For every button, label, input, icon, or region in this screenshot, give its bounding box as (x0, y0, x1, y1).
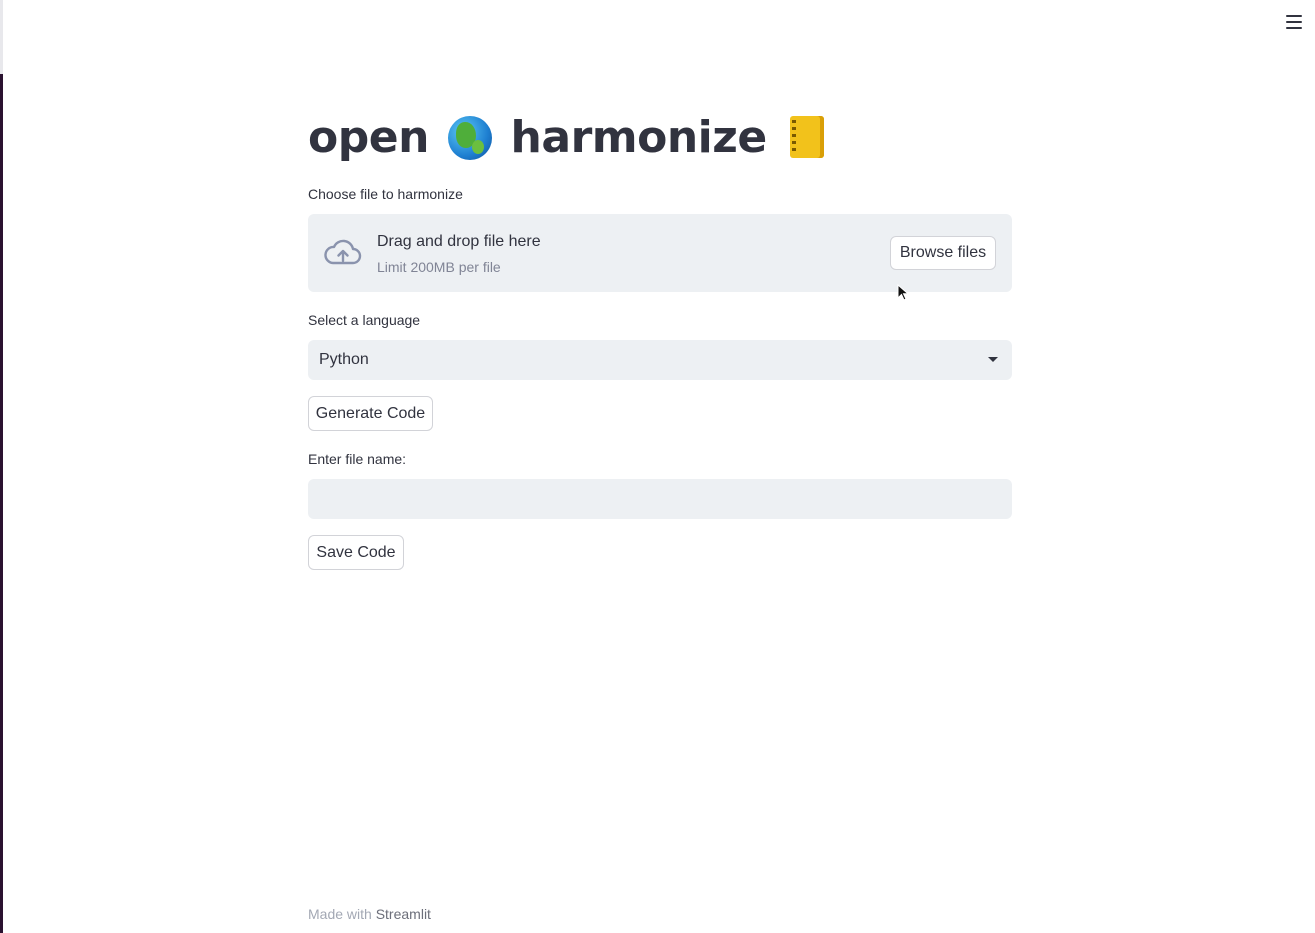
page-title: open harmonize (308, 112, 824, 163)
footer: Made with Streamlit (308, 906, 431, 922)
title-word-open: open (308, 112, 429, 163)
language-select[interactable]: Python (308, 340, 1012, 380)
language-select-value: Python (319, 351, 369, 368)
title-word-harmonize: harmonize (510, 112, 768, 163)
footer-prefix: Made with (308, 906, 372, 922)
hamburger-menu-icon[interactable] (1286, 15, 1302, 29)
uploader-label: Choose file to harmonize (308, 186, 463, 202)
save-code-button[interactable]: Save Code (308, 535, 404, 570)
dropzone-instructions: Drag and drop file here (377, 233, 541, 250)
file-dropzone[interactable]: Drag and drop file here Limit 200MB per … (308, 214, 1012, 292)
filename-label: Enter file name: (308, 451, 407, 467)
browse-files-button[interactable]: Browse files (890, 236, 996, 270)
generate-code-button[interactable]: Generate Code (308, 396, 433, 431)
dropzone-limit: Limit 200MB per file (377, 259, 501, 275)
language-label: Select a language (308, 312, 421, 328)
cloud-upload-icon (324, 239, 362, 265)
notebook-icon (789, 116, 824, 158)
filename-input[interactable] (308, 479, 1012, 519)
footer-brand-link[interactable]: Streamlit (376, 906, 431, 922)
globe-icon (447, 116, 492, 160)
mouse-cursor-icon (897, 284, 909, 301)
window-edge (0, 74, 3, 933)
window-edge-top (0, 0, 3, 74)
chevron-down-icon (988, 357, 998, 362)
